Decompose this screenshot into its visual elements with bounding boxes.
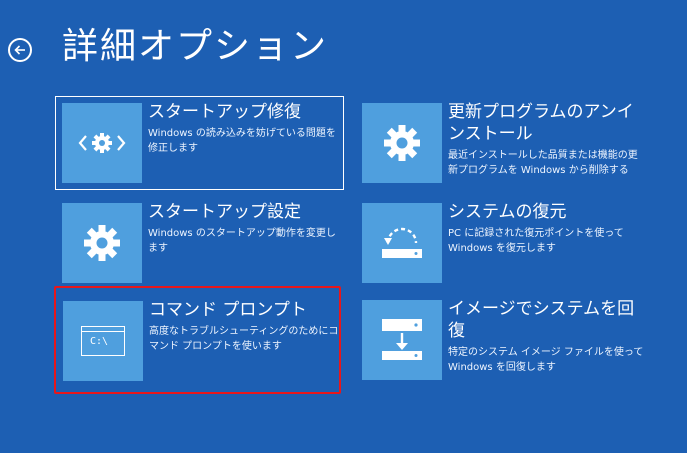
- tile-command-prompt[interactable]: C:\ コマンド プロンプト 高度なトラブルシューティングのためにコマンド プロ…: [54, 286, 341, 394]
- gear-icon: [362, 103, 442, 183]
- tile-text: システムの復元 PC に記録された復元ポイントを使って Windows を復元し…: [448, 202, 644, 283]
- tile-text: スタートアップ修復 Windows の読み込みを妨げている問題を修正します: [148, 102, 337, 183]
- tile-system-image-recovery[interactable]: イメージでシステムを回復 特定のシステム イメージ ファイルを使って Windo…: [362, 299, 652, 382]
- tile-title: 更新プログラムのアンインストール: [448, 102, 634, 144]
- tile-uninstall-updates[interactable]: 更新プログラムのアンインストール 最近インストールした品質または機能の更新プログ…: [362, 102, 652, 183]
- command-prompt-icon: C:\: [63, 301, 143, 381]
- back-button[interactable]: [8, 38, 32, 62]
- page-title: 詳細オプション: [62, 26, 329, 67]
- tile-title: イメージでシステムを回復: [448, 299, 635, 341]
- tile-description: 最近インストールした品質または機能の更新プログラムを Windows から削除す…: [448, 150, 638, 176]
- system-image-recovery-icon: [362, 300, 442, 380]
- tile-text: 更新プログラムのアンインストール 最近インストールした品質または機能の更新プログ…: [448, 102, 644, 183]
- tile-text: スタートアップ設定 Windows のスタートアップ動作を変更します: [148, 202, 343, 283]
- system-restore-icon: [362, 203, 442, 283]
- header: 詳細オプション: [8, 20, 328, 74]
- tile-text: コマンド プロンプト 高度なトラブルシューティングのためにコマンド プロンプトを…: [149, 300, 339, 392]
- tile-description: 特定のシステム イメージ ファイルを使って Windows を回復します: [448, 347, 644, 373]
- tile-description: Windows のスタートアップ動作を変更します: [148, 228, 336, 254]
- tile-startup-repair[interactable]: スタートアップ修復 Windows の読み込みを妨げている問題を修正します: [55, 96, 344, 190]
- back-arrow-icon: [14, 45, 25, 55]
- tile-description: PC に記録された復元ポイントを使って Windows を復元します: [448, 228, 624, 254]
- tile-text: イメージでシステムを回復 特定のシステム イメージ ファイルを使って Windo…: [448, 299, 644, 382]
- command-prompt-window: C:\: [81, 326, 125, 356]
- gear-icon: [62, 203, 142, 283]
- tile-title: スタートアップ修復: [148, 102, 301, 122]
- code-gear-icon: [62, 103, 142, 183]
- tile-system-restore[interactable]: システムの復元 PC に記録された復元ポイントを使って Windows を復元し…: [362, 202, 652, 283]
- tile-description: 高度なトラブルシューティングのためにコマンド プロンプトを使います: [149, 326, 339, 352]
- tile-description: Windows の読み込みを妨げている問題を修正します: [148, 128, 336, 154]
- tile-title: スタートアップ設定: [148, 202, 301, 222]
- command-prompt-text: C:\: [90, 336, 109, 347]
- tile-title: コマンド プロンプト: [149, 300, 307, 320]
- tile-title: システムの復元: [448, 202, 567, 222]
- tile-startup-settings[interactable]: スタートアップ設定 Windows のスタートアップ動作を変更します: [62, 202, 347, 283]
